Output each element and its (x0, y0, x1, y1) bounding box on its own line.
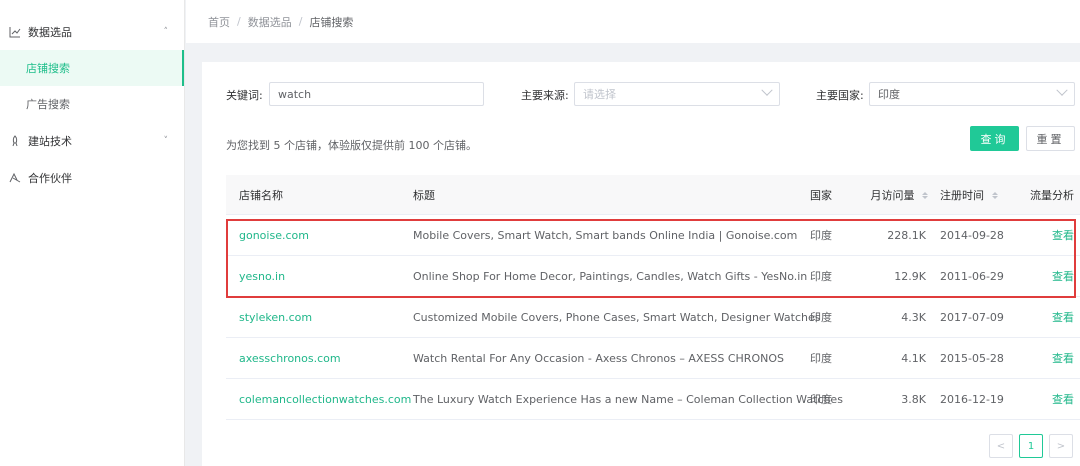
table-row: yesno.in Online Shop For Home Decor, Pai… (226, 256, 1080, 297)
page-1-button[interactable]: 1 (1019, 434, 1043, 458)
sidebar-group-partners[interactable]: 合作伙伴 (0, 159, 184, 196)
header-store-name: 店铺名称 (239, 188, 283, 202)
table-header: 店铺名称 标题 国家 月访问量 注册时间 流量分析 (226, 175, 1080, 215)
header-visits-label: 月访问量 (870, 188, 915, 202)
view-flow-link[interactable]: 查看 (1010, 268, 1080, 284)
filter-bar: 关键词: watch 主要来源: 请选择 主要国家: 印度 (226, 82, 1080, 106)
store-country: 印度 (810, 229, 832, 242)
chevron-down-icon: ˅ (163, 135, 169, 146)
store-visits: 228.1K (887, 228, 926, 242)
breadcrumb: 首页 / 数据选品 / 店铺搜索 (186, 0, 1080, 43)
sidebar-item-label: 店铺搜索 (26, 62, 70, 75)
result-summary: 为您找到 5 个店铺，体验版仅提供前 100 个店铺。 (226, 139, 477, 152)
store-date: 2014-09-28 (940, 228, 1004, 242)
sidebar-item-label: 广告搜索 (26, 98, 70, 111)
sort-icon[interactable] (922, 192, 928, 199)
header-date[interactable]: 注册时间 (936, 187, 1010, 203)
view-flow-link[interactable]: 查看 (1010, 309, 1080, 325)
store-name-link[interactable]: styleken.com (226, 311, 400, 324)
breadcrumb-level2[interactable]: 数据选品 (248, 14, 292, 30)
search-card: 关键词: watch 主要来源: 请选择 主要国家: 印度 为您找到 5 个店铺… (202, 62, 1080, 466)
store-country: 印度 (810, 352, 832, 365)
table-row: gonoise.com Mobile Covers, Smart Watch, … (226, 215, 1080, 256)
sort-icon[interactable] (991, 192, 998, 199)
chart-icon (8, 25, 22, 39)
sidebar: 数据选品 ˄ 店铺搜索 广告搜索 建站技术 ˅ 合作伙伴 (0, 0, 185, 466)
next-page-button[interactable]: > (1049, 434, 1073, 458)
store-title: Watch Rental For Any Occasion - Axess Ch… (413, 351, 784, 365)
header-date-label: 注册时间 (940, 188, 984, 202)
source-label: 主要来源: (521, 89, 569, 102)
store-visits: 12.9K (894, 269, 926, 283)
store-title: Mobile Covers, Smart Watch, Smart bands … (413, 228, 798, 242)
keyword-label: 关键词: (226, 89, 263, 102)
sidebar-item-ad-search[interactable]: 广告搜索 (0, 86, 184, 122)
reset-button[interactable]: 重置 (1026, 126, 1075, 151)
breadcrumb-current: 店铺搜索 (309, 15, 354, 29)
store-name-link[interactable]: gonoise.com (226, 229, 400, 242)
breadcrumb-separator: / (237, 15, 241, 28)
store-visits: 4.1K (901, 351, 926, 365)
chevron-down-icon (761, 84, 773, 96)
sidebar-item-store-search[interactable]: 店铺搜索 (0, 50, 184, 86)
breadcrumb-home[interactable]: 首页 (208, 14, 230, 30)
store-title: The Luxury Watch Experience Has a new Na… (413, 392, 843, 406)
table-row: colemancollectionwatches.com The Luxury … (226, 379, 1080, 420)
header-flow: 流量分析 (1030, 188, 1074, 202)
country-value: 印度 (878, 88, 900, 101)
store-date: 2016-12-19 (940, 392, 1004, 406)
sidebar-group-data-selection[interactable]: 数据选品 ˄ (0, 13, 184, 50)
source-placeholder: 请选择 (583, 88, 616, 101)
store-name-link[interactable]: axesschronos.com (226, 352, 400, 365)
view-flow-link[interactable]: 查看 (1010, 350, 1080, 366)
rocket-icon (8, 134, 22, 148)
table-row: styleken.com Customized Mobile Covers, P… (226, 297, 1080, 338)
partner-icon (8, 171, 22, 185)
view-flow-link[interactable]: 查看 (1010, 227, 1080, 243)
store-table: 店铺名称 标题 国家 月访问量 注册时间 流量分析 gonoise.com Mo… (226, 175, 1080, 420)
country-label: 主要国家: (816, 89, 864, 102)
store-title: Online Shop For Home Decor, Paintings, C… (413, 269, 808, 283)
sidebar-group-label: 建站技术 (28, 134, 72, 148)
store-country: 印度 (810, 311, 832, 324)
query-button[interactable]: 查询 (970, 126, 1019, 151)
sidebar-group-site-tech[interactable]: 建站技术 ˅ (0, 122, 184, 159)
header-visits[interactable]: 月访问量 (836, 187, 936, 203)
prev-page-button[interactable]: < (989, 434, 1013, 458)
header-country: 国家 (810, 188, 832, 202)
store-visits: 4.3K (901, 310, 926, 324)
sidebar-group-label: 合作伙伴 (28, 171, 72, 185)
sidebar-group-label: 数据选品 (28, 25, 72, 39)
store-date: 2017-07-09 (940, 310, 1004, 324)
source-select[interactable]: 请选择 (574, 82, 780, 106)
store-name-link[interactable]: yesno.in (226, 270, 400, 283)
store-name-link[interactable]: colemancollectionwatches.com (226, 393, 411, 406)
pagination: < 1 > (989, 434, 1073, 458)
view-flow-link[interactable]: 查看 (1010, 391, 1080, 407)
store-visits: 3.8K (901, 392, 926, 406)
chevron-up-icon: ˄ (163, 26, 169, 37)
store-date: 2011-06-29 (940, 269, 1004, 283)
store-date: 2015-05-28 (940, 351, 1004, 365)
keyword-input[interactable]: watch (269, 82, 484, 106)
store-country: 印度 (810, 270, 832, 283)
store-country: 印度 (810, 393, 832, 406)
store-title: Customized Mobile Covers, Phone Cases, S… (413, 310, 821, 324)
header-title: 标题 (413, 188, 435, 202)
table-row: axesschronos.com Watch Rental For Any Oc… (226, 338, 1080, 379)
chevron-down-icon (1056, 84, 1068, 96)
country-select[interactable]: 印度 (869, 82, 1075, 106)
breadcrumb-separator: / (298, 15, 303, 28)
